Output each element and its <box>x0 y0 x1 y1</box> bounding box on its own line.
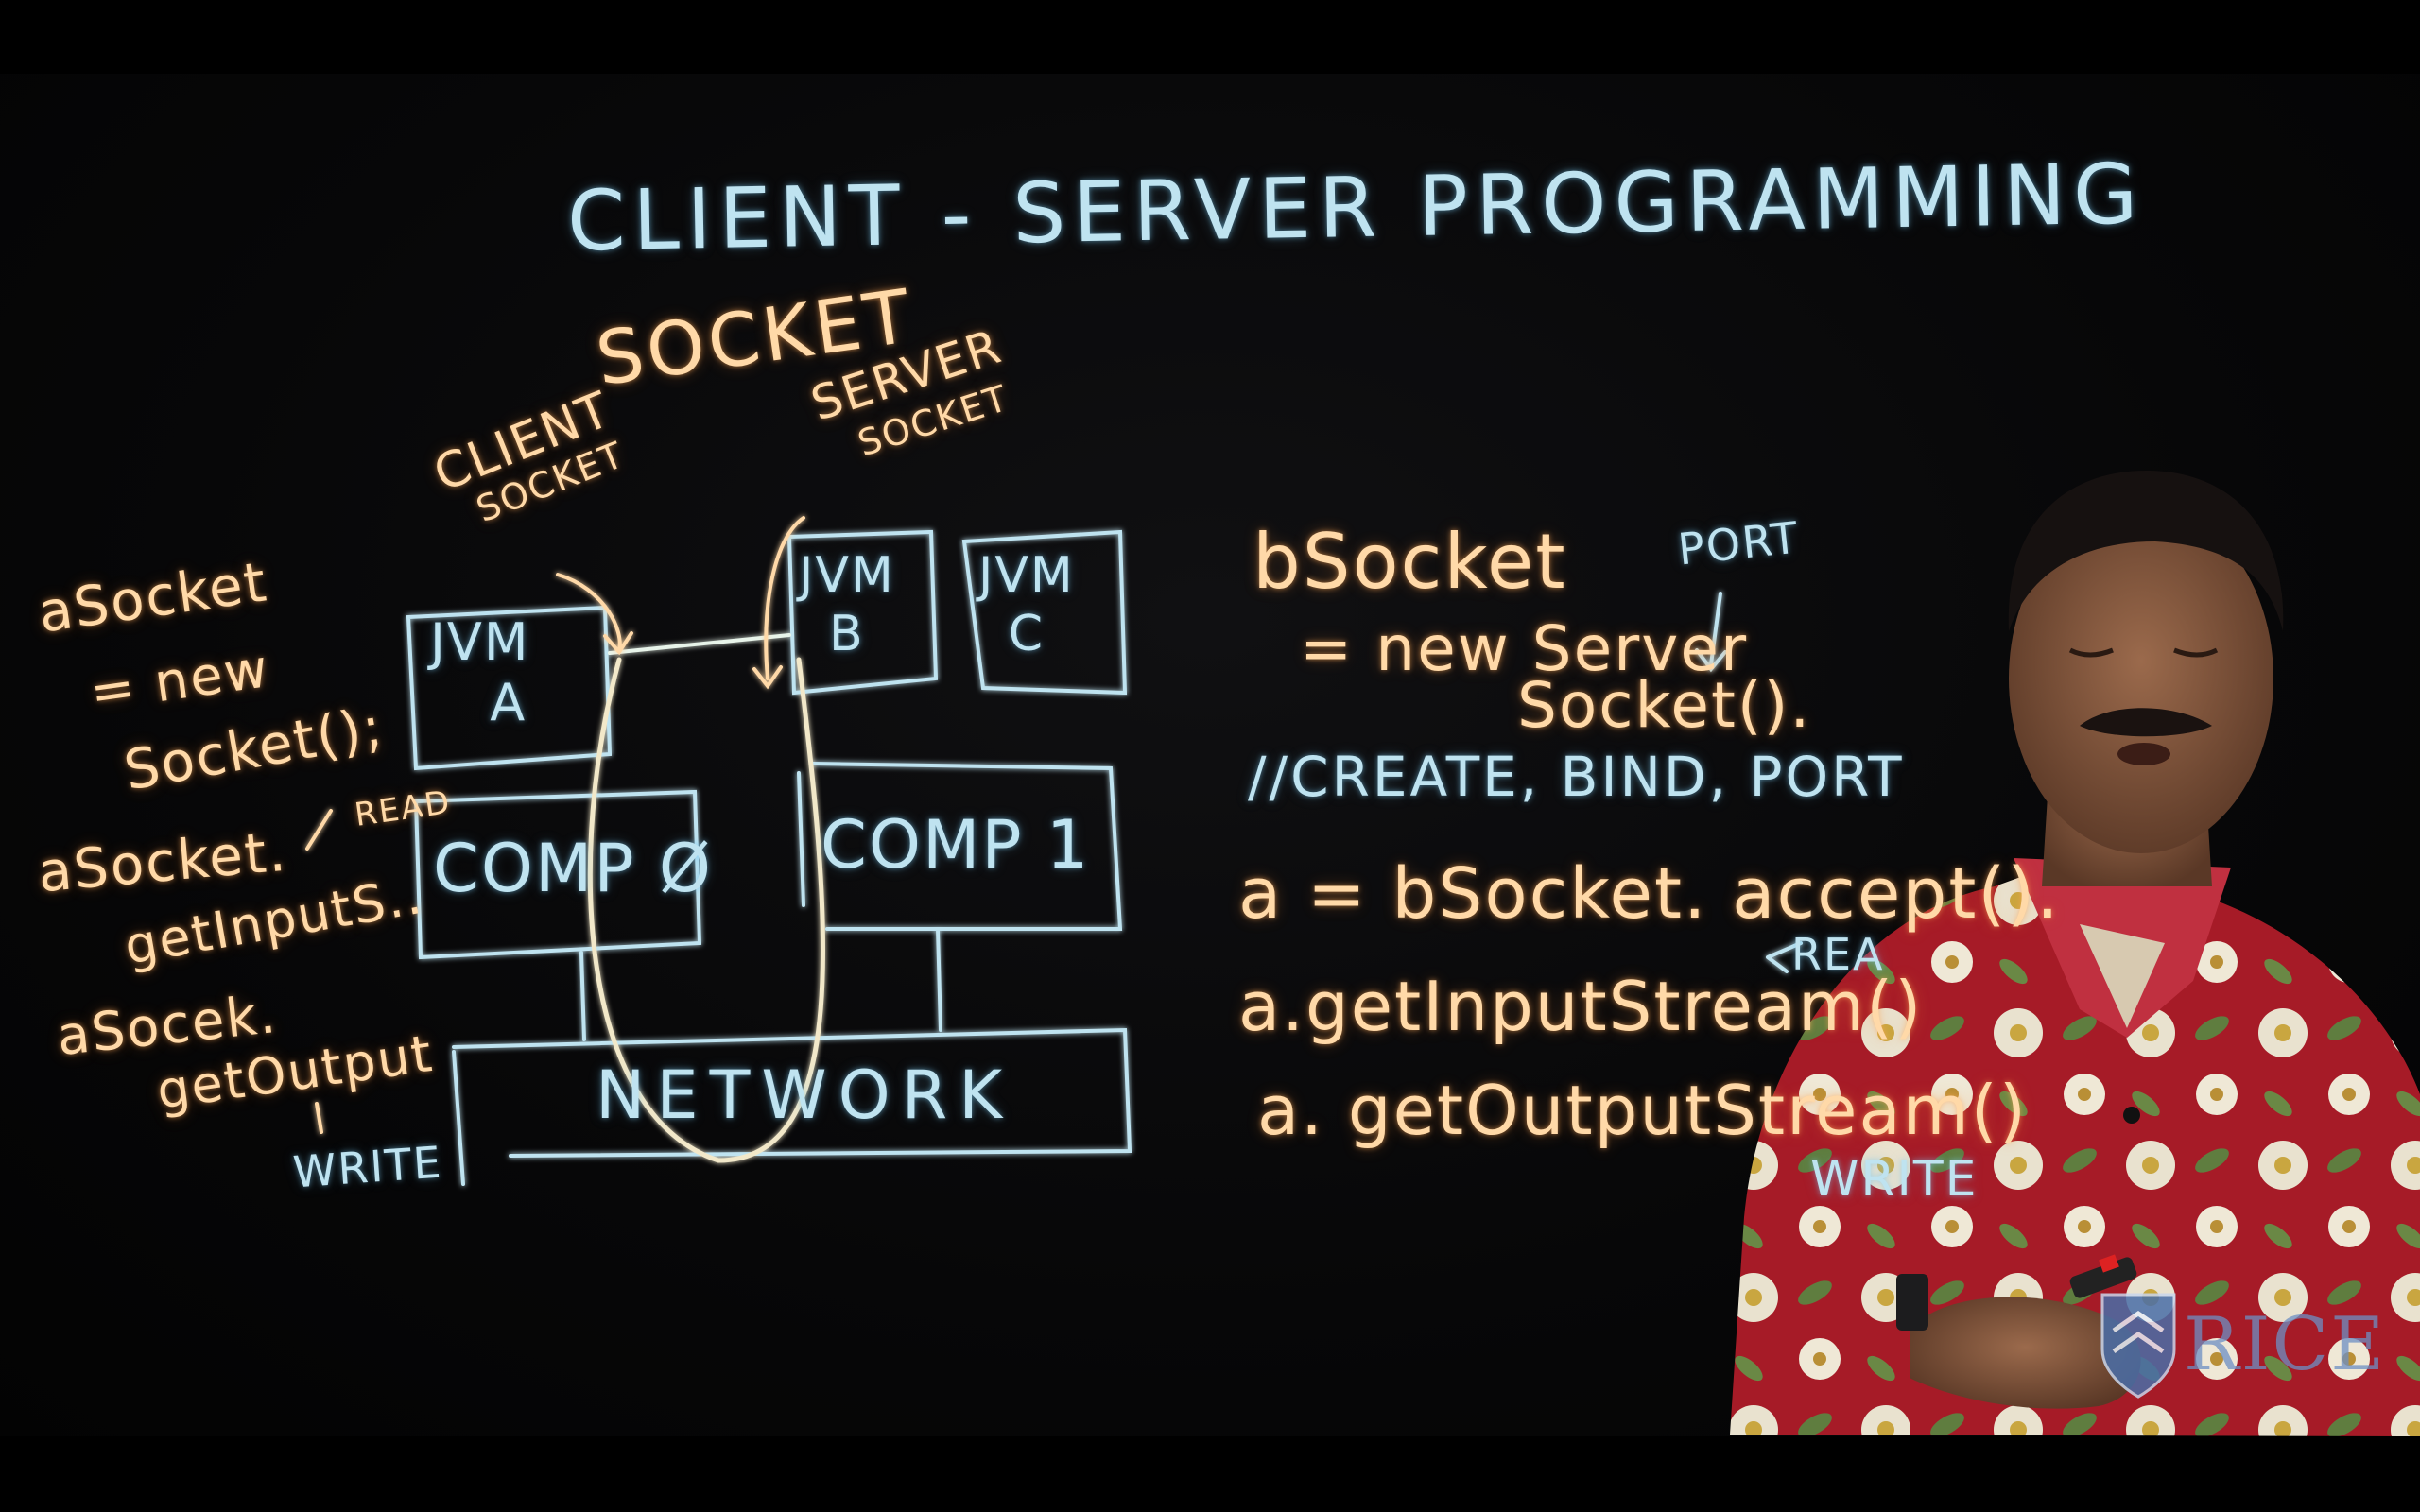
right-code-line7: a. getOutputStream() <box>1257 1071 2028 1150</box>
right-read-label: REA <box>1791 929 1885 980</box>
lightboard-frame: CLIENT - SERVER PROGRAMMING SOCKET CLIEN… <box>0 74 2420 1436</box>
right-code-line5: a = bSocket. accept(). <box>1238 853 2061 935</box>
network-label: NETWORK <box>596 1057 1014 1134</box>
comp0-label: COMP Ø <box>433 830 713 907</box>
jvm-a-label: JVM A <box>430 612 530 732</box>
right-code-line3: Socket(). <box>1517 669 1812 742</box>
jvm-b-label: JVM B <box>799 547 895 662</box>
jvm-c-label: JVM C <box>978 547 1075 662</box>
right-code-line1: bSocket <box>1253 518 1567 606</box>
rice-logo: RICE <box>2184 1302 2387 1387</box>
right-write-label: WRITE <box>1810 1151 1979 1208</box>
comp1-label: COMP 1 <box>821 806 1091 884</box>
left-write-label: WRITE <box>291 1136 444 1198</box>
right-code-line4: //CREATE, BIND, PORT <box>1248 745 1905 809</box>
